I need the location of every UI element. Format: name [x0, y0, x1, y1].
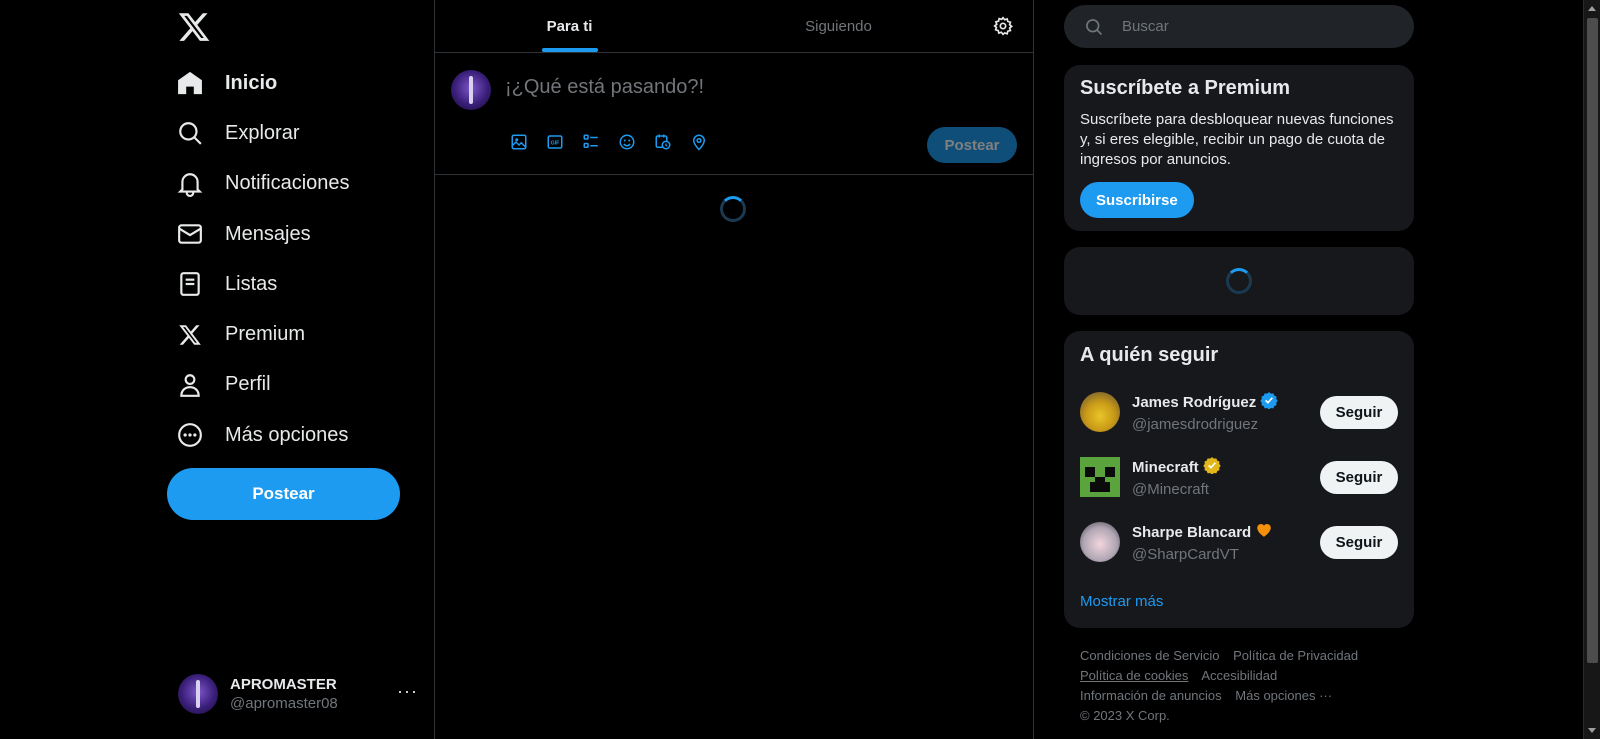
nav-item-notificaciones[interactable]: Notificaciones — [176, 159, 350, 209]
who-to-follow-title: A quién seguir — [1080, 344, 1219, 366]
nav-label: Notificaciones — [225, 172, 350, 195]
account-handle: @apromaster08 — [230, 695, 338, 712]
search-bar[interactable] — [1064, 5, 1414, 48]
nav-item-premium[interactable]: Premium — [176, 309, 350, 359]
footer-link[interactable]: Condiciones de Servicio — [1080, 648, 1219, 663]
scroll-down-arrow-icon[interactable] — [1588, 728, 1596, 733]
footer-link[interactable]: Política de Privacidad — [1233, 648, 1358, 663]
user-handle: @SharpCardVT — [1132, 546, 1239, 563]
gif-icon[interactable]: GIF — [537, 124, 573, 160]
left-sidebar: Inicio Explorar Notificaciones Mensajes … — [0, 0, 434, 739]
nav-label: Listas — [225, 272, 278, 295]
follow-suggestion[interactable]: James Rodríguez @jamesdrodriguez Seguir — [1080, 388, 1398, 436]
scrollbar[interactable] — [1583, 0, 1600, 739]
svg-text:GIF: GIF — [551, 140, 561, 146]
gear-icon[interactable] — [973, 0, 1033, 52]
loading-spinner — [1226, 268, 1252, 294]
nav-item-listas[interactable]: Listas — [176, 259, 350, 309]
footer-link[interactable]: Más opciones ··· — [1235, 688, 1332, 703]
user-handle: @jamesdrodriguez — [1132, 416, 1259, 433]
search-input[interactable] — [1122, 18, 1414, 35]
user-name: James Rodríguez — [1132, 393, 1257, 411]
timeline-tabs: Para ti Siguiendo — [435, 0, 1033, 53]
location-icon[interactable] — [681, 124, 717, 160]
more-icon[interactable]: ··· — [397, 681, 418, 702]
who-to-follow-card: A quién seguir James Rodríguez @jamesdro… — [1064, 331, 1414, 628]
user-handle: @Minecraft — [1132, 481, 1209, 498]
avatar — [1080, 522, 1120, 562]
bell-icon — [176, 170, 204, 198]
follow-suggestion[interactable]: Sharpe Blancard @SharpCardVT Seguir — [1080, 518, 1398, 566]
tab-label: Para ti — [546, 17, 593, 35]
poll-icon[interactable] — [573, 124, 609, 160]
tab-label: Siguiendo — [805, 17, 872, 35]
nav-label: Inicio — [225, 71, 278, 94]
tab-para-ti[interactable]: Para ti — [435, 0, 704, 52]
verified-blue-icon — [1260, 391, 1278, 413]
image-icon[interactable] — [501, 124, 537, 160]
avatar — [451, 70, 491, 110]
loading-spinner — [720, 196, 746, 222]
follow-button[interactable]: Seguir — [1320, 395, 1398, 429]
emoji-icon[interactable] — [609, 124, 645, 160]
footer-link[interactable]: Accesibilidad — [1201, 668, 1277, 683]
account-switcher[interactable]: APROMASTER @apromaster08 ··· — [178, 673, 418, 715]
premium-title: Suscríbete a Premium — [1080, 77, 1291, 99]
nav-item-explorar[interactable]: Explorar — [176, 108, 350, 158]
scroll-thumb[interactable] — [1587, 18, 1598, 663]
nav-label: Perfil — [225, 373, 271, 396]
search-icon — [176, 119, 204, 147]
composer: GIF Postear — [435, 53, 1033, 175]
nav-item-inicio[interactable]: Inicio — [176, 58, 350, 108]
nav-label: Mensajes — [225, 222, 311, 245]
nav-label: Explorar — [225, 121, 300, 144]
avatar — [1080, 457, 1120, 497]
tab-siguiendo[interactable]: Siguiendo — [704, 0, 973, 52]
trends-loading-card — [1064, 247, 1414, 315]
main-nav: Inicio Explorar Notificaciones Mensajes … — [176, 58, 350, 460]
account-name: APROMASTER — [230, 676, 337, 693]
active-tab-indicator — [541, 48, 598, 52]
mail-icon — [176, 220, 204, 248]
scroll-up-arrow-icon[interactable] — [1588, 6, 1596, 11]
copyright: © 2023 X Corp. — [1080, 708, 1170, 723]
avatar — [178, 674, 218, 714]
list-icon — [176, 270, 204, 298]
post-button[interactable]: Postear — [167, 468, 400, 520]
composer-tools: GIF — [501, 124, 717, 160]
person-icon — [176, 371, 204, 399]
show-more-link[interactable]: Mostrar más — [1080, 593, 1163, 610]
home-icon — [176, 69, 204, 97]
schedule-icon[interactable] — [645, 124, 681, 160]
user-name: Minecraft — [1132, 458, 1199, 476]
verified-gold-icon — [1202, 456, 1221, 478]
x-logo-icon — [176, 321, 204, 349]
more-circle-icon — [176, 421, 204, 449]
footer-link[interactable]: Información de anuncios — [1080, 688, 1222, 703]
nav-item-mensajes[interactable]: Mensajes — [176, 209, 350, 259]
avatar — [1080, 392, 1120, 432]
right-sidebar: Suscríbete a Premium Suscríbete para des… — [1064, 0, 1414, 739]
premium-description: Suscríbete para desbloquear nuevas funci… — [1080, 111, 1394, 168]
premium-card: Suscríbete a Premium Suscríbete para des… — [1064, 65, 1414, 231]
nav-label: Premium — [225, 323, 306, 346]
compose-post-button[interactable]: Postear — [927, 127, 1017, 163]
footer-links: Condiciones de Servicio Política de Priv… — [1080, 646, 1400, 726]
subscribe-button[interactable]: Suscribirse — [1080, 182, 1194, 218]
nav-item-mas-opciones[interactable]: Más opciones — [176, 410, 350, 460]
x-logo-icon[interactable] — [177, 10, 211, 44]
timeline: Para ti Siguiendo GIF — [434, 0, 1034, 739]
search-icon — [1084, 17, 1104, 37]
follow-suggestion[interactable]: Minecraft @Minecraft Seguir — [1080, 453, 1398, 501]
follow-button[interactable]: Seguir — [1320, 460, 1398, 494]
follow-button[interactable]: Seguir — [1320, 525, 1398, 559]
nav-label: Más opciones — [225, 423, 349, 446]
compose-input[interactable] — [505, 67, 1005, 107]
footer-link[interactable]: Política de cookies — [1080, 668, 1188, 683]
orange-heart-icon — [1255, 521, 1273, 543]
user-name: Sharpe Blancard — [1132, 523, 1252, 541]
nav-item-perfil[interactable]: Perfil — [176, 360, 350, 410]
